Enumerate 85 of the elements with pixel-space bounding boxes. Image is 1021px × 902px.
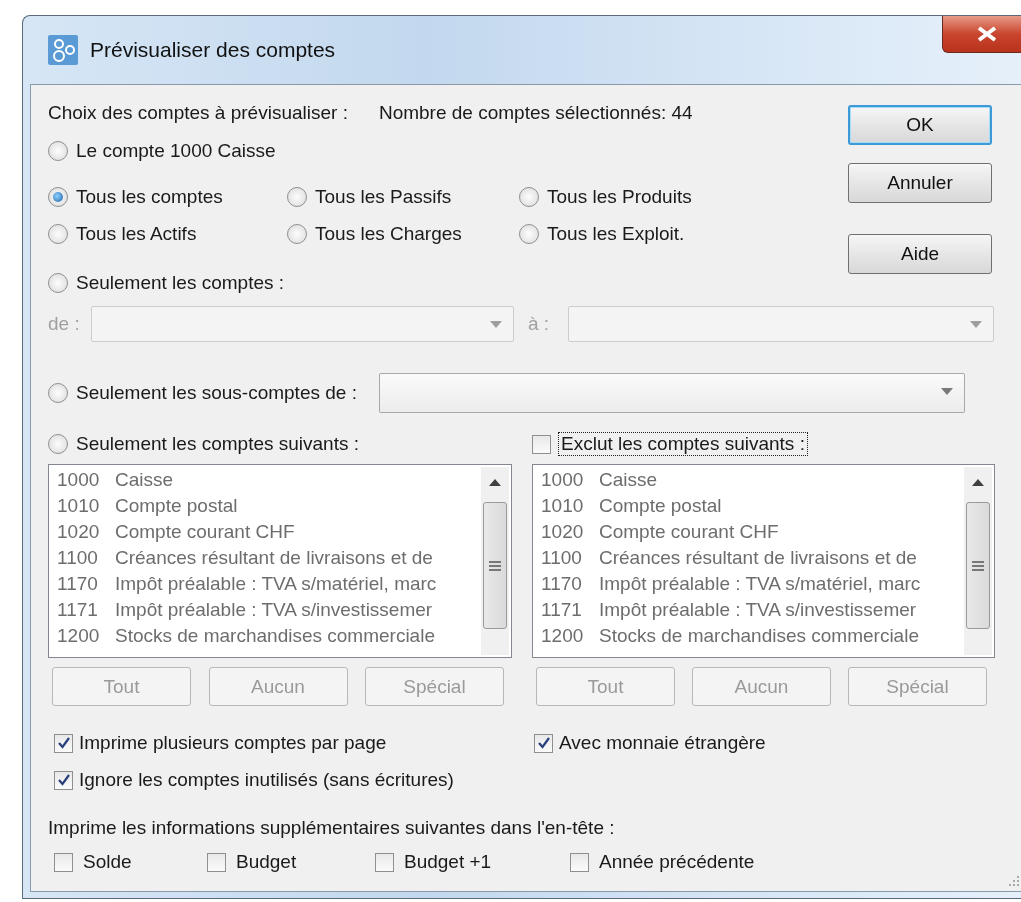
selected-count: Nombre de comptes sélectionnés: 44 <box>378 102 693 124</box>
radio-label: Seulement les comptes : <box>76 272 285 294</box>
account-code: 1100 <box>541 547 583 569</box>
checkbox-label: Budget <box>236 851 297 873</box>
radio-button[interactable] <box>519 224 539 244</box>
scroll-up-icon <box>489 479 501 486</box>
checkbox-label: Ignore les comptes inutilisés (sans écritures) <box>79 769 454 791</box>
account-name: Impôt préalable : TVA s/matériel, marc <box>599 573 921 595</box>
radio-label: Tous les Passifs <box>315 186 452 208</box>
radio-label: Tous les Produits <box>547 186 692 208</box>
checkbox[interactable] <box>534 733 553 753</box>
checkbox[interactable] <box>54 733 73 753</box>
dialog-button[interactable]: OK <box>848 105 992 145</box>
checkbox[interactable] <box>54 852 73 872</box>
caret-icon <box>490 321 502 329</box>
account-code: 1020 <box>57 521 101 543</box>
account-code: 1010 <box>541 495 585 517</box>
checkbox-label: Budget +1 <box>404 851 492 873</box>
account-code: 1020 <box>541 521 585 543</box>
from-label: de : <box>48 313 81 335</box>
radio-button[interactable] <box>48 141 68 161</box>
checkbox[interactable] <box>54 770 73 790</box>
radio-label: Seulement les comptes suivants : <box>76 433 360 455</box>
checkbox[interactable] <box>570 852 589 872</box>
account-name: Compte postal <box>599 495 722 517</box>
account-name: Stocks de marchandises commerciale <box>599 625 919 647</box>
account-name: Impôt préalable : TVA s/matériel, marc <box>115 573 437 595</box>
radio-label: Le compte 1000 Caisse <box>76 140 276 162</box>
section-label: Imprime les informations supplémentaires suivantes dans l'en-tête : <box>48 816 616 840</box>
to-label: à : <box>528 313 551 335</box>
caret-icon <box>940 388 953 396</box>
account-name: Compte courant CHF <box>115 521 295 543</box>
checkbox[interactable] <box>207 852 226 872</box>
checkmark-icon <box>56 773 71 787</box>
dialog-button[interactable]: Annuler <box>848 163 992 203</box>
radio-button[interactable] <box>48 383 68 403</box>
account-code: 1171 <box>541 599 583 621</box>
radio-label: Seulement les sous-comptes de : <box>76 382 357 404</box>
radio-label: Tous les comptes <box>76 186 223 208</box>
checkbox-label: Solde <box>83 851 132 873</box>
account-name: Compte postal <box>115 495 238 517</box>
account-name: Créances résultant de livraisons et de <box>599 547 917 569</box>
account-name: Créances résultant de livraisons et de <box>115 547 433 569</box>
account-name: Caisse <box>115 469 174 491</box>
account-code: 1100 <box>57 547 99 569</box>
dialog-button[interactable]: Aide <box>848 234 992 274</box>
section-label: Choix des comptes à prévisualiser : <box>48 102 348 124</box>
radio-button[interactable] <box>287 187 307 207</box>
account-code: 1170 <box>57 573 99 595</box>
radio-button[interactable] <box>287 224 307 244</box>
radio-label: Tous les Charges <box>315 223 462 245</box>
radio-label: Tous les Actifs <box>76 223 197 245</box>
dropdown-field[interactable] <box>378 373 965 413</box>
app-icon <box>48 35 78 65</box>
account-code: 1200 <box>541 625 585 647</box>
account-name: Impôt préalable : TVA s/investissemer <box>599 599 917 621</box>
account-code: 1170 <box>541 573 583 595</box>
window-title: Prévisualiser des comptes <box>90 38 336 62</box>
radio-button[interactable] <box>519 187 539 207</box>
account-name: Stocks de marchandises commerciale <box>115 625 435 647</box>
checkbox-label: Année précédente <box>599 851 755 873</box>
checkmark-icon <box>56 736 71 750</box>
account-code: 1010 <box>57 495 101 517</box>
account-code: 1200 <box>57 625 101 647</box>
account-name: Caisse <box>599 469 658 491</box>
account-code: 1171 <box>57 599 99 621</box>
caret-icon <box>970 321 982 329</box>
resize-grip-icon <box>1008 875 1020 887</box>
checkbox-label: Avec monnaie étrangère <box>559 732 766 754</box>
grip-icon <box>972 560 984 571</box>
close-button[interactable] <box>942 16 1021 53</box>
grip-icon <box>489 560 501 571</box>
close-icon <box>976 26 998 42</box>
radio-label: Tous les Exploit. <box>547 223 685 245</box>
account-code: 1000 <box>541 469 585 491</box>
account-name: Compte courant CHF <box>599 521 779 543</box>
radio-button[interactable] <box>48 224 68 244</box>
checkbox-label: Exclut les comptes suivants : <box>559 433 807 455</box>
account-code: 1000 <box>57 469 101 491</box>
radio-button[interactable] <box>48 187 68 207</box>
checkmark-icon <box>536 736 551 750</box>
account-name: Impôt préalable : TVA s/investissemer <box>115 599 433 621</box>
scroll-up-icon <box>972 479 984 486</box>
checkbox[interactable] <box>375 852 394 872</box>
checkbox-label: Imprime plusieurs comptes par page <box>79 732 387 754</box>
